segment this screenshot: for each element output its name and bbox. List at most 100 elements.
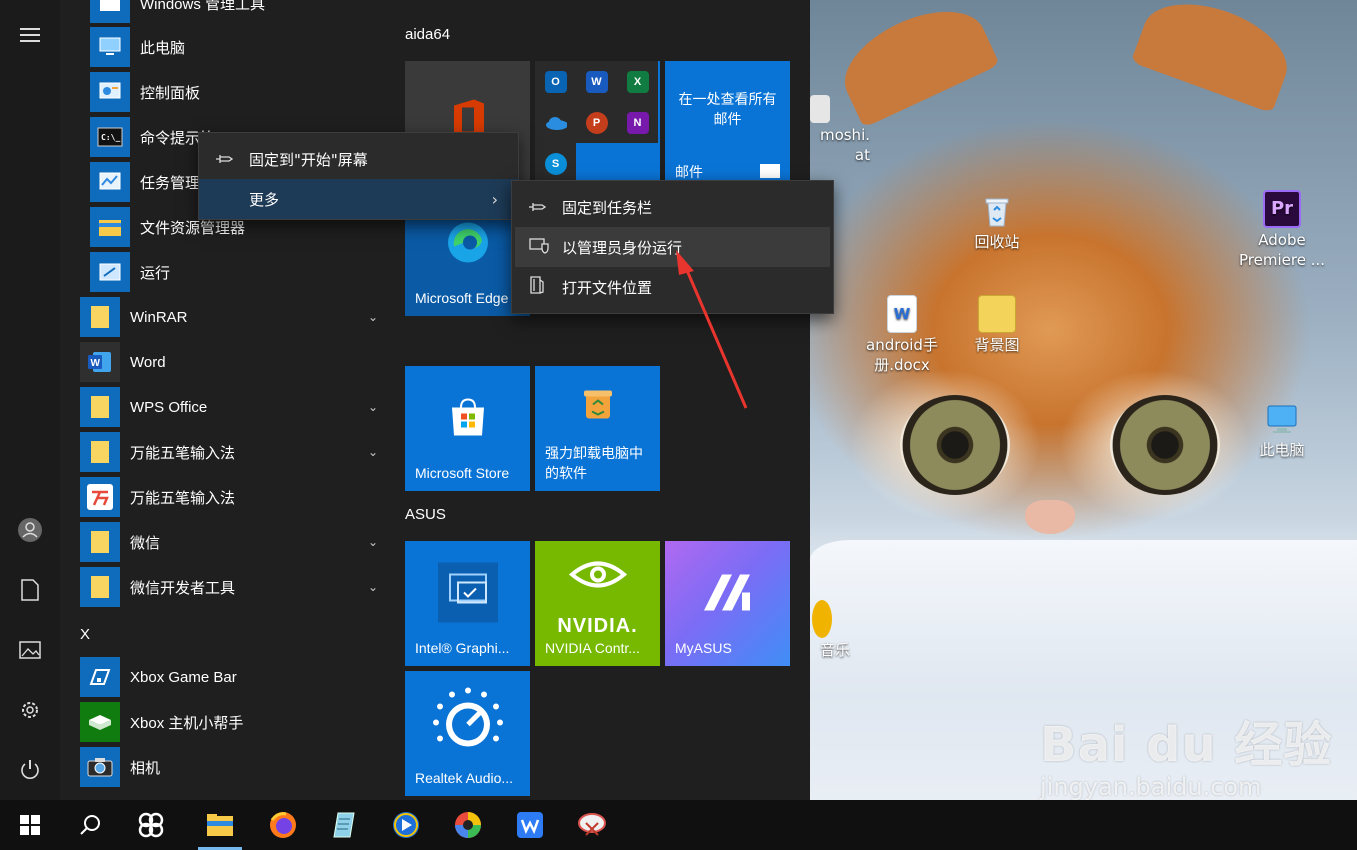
search-icon[interactable] [60,800,120,850]
app-control-panel[interactable]: 控制面板 [90,72,390,112]
tile-label: Intel® Graphi... [415,640,510,656]
notepad-icon[interactable] [314,800,374,850]
desktop-icon-partial[interactable]: moshi. at [810,95,870,165]
baidu-watermark: Bai du 经验 jingyan.baidu.com [1040,705,1332,801]
folder-icon [80,387,120,427]
xbox-console-icon [80,702,120,742]
chevron-down-icon: ⌄ [367,445,378,459]
tile-realtek-audio[interactable]: Realtek Audio... [405,671,530,796]
premiere-icon: Pr [1263,190,1301,228]
tile-label: NVIDIA Contr... [545,640,640,656]
section-letter-x[interactable]: X [80,626,90,643]
svg-text:W: W [91,358,101,369]
menu-item-pin-to-start[interactable]: 固定到"开始"屏幕 [199,139,518,179]
menu-item-label: 更多 [249,190,280,209]
desktop-icon-this-pc[interactable]: 此电脑 [1232,400,1332,460]
menu-item-label: 打开文件位置 [562,278,653,297]
desktop-icon-music-partial[interactable]: 音乐 [810,600,850,660]
app-folder-wps[interactable]: WPS Office ⌄ [80,387,390,427]
word-icon: W [80,342,120,382]
document-icon[interactable] [0,570,60,610]
menu-item-run-as-admin[interactable]: 以管理员身份运行 [515,227,830,267]
cat-ear-right [1130,0,1300,114]
desktop-icon-label: 此电脑 [1259,441,1305,459]
user-icon[interactable] [0,510,60,550]
app-word[interactable]: W Word [80,342,390,382]
app-folder-winrar[interactable]: WinRAR ⌄ [80,297,390,337]
app-run[interactable]: 运行 [90,252,390,292]
watermark-logo: Bai du 经验 [1040,717,1333,773]
computer-icon [90,27,130,67]
store-icon [446,395,490,442]
xbox-game-bar-icon [80,657,120,697]
tile-uninstaller[interactable]: 强力卸载电脑中的软件 [535,366,660,491]
desktop-icon-android-doc[interactable]: W android手册.docx [852,295,952,375]
tile-nvidia[interactable]: NVIDIA. NVIDIA Contr... [535,541,660,666]
chevron-down-icon: ⌄ [367,580,378,594]
hamburger-icon[interactable] [0,15,60,55]
menu-item-open-location[interactable]: 打开文件位置 [512,267,833,307]
snipping-tool-icon[interactable] [562,800,622,850]
start-menu-rail [0,0,60,800]
desktop-icon-label: 音乐 [819,641,850,659]
desktop-icon-wallpaper-folder[interactable]: 背景图 [947,295,1047,355]
chevron-down-icon: ⌄ [367,400,378,414]
app-wubi[interactable]: 万能五笔输入法 [80,477,390,517]
run-icon [90,252,130,292]
wps-writer-icon[interactable] [500,800,560,850]
word-icon: W [576,61,617,102]
app-label: 此电脑 [140,39,186,57]
start-tiles: aida64 O W X P N S 在一处查看所有邮件 邮件 Microsof… [390,0,810,800]
desktop-icon-premiere[interactable]: Pr Adobe Premiere ... [1232,190,1332,270]
app-label: 运行 [140,264,171,282]
nvidia-eye-icon [568,557,628,596]
app-xbox-game-bar[interactable]: Xbox Game Bar [80,657,390,697]
outlook-icon: O [535,61,576,102]
file-explorer-icon[interactable] [190,800,250,850]
gear-icon[interactable] [0,690,60,730]
color-wheel-icon[interactable] [438,800,498,850]
windows-start-icon[interactable] [0,800,60,850]
tile-microsoft-store[interactable]: Microsoft Store [405,366,530,491]
tile-office-apps-folder[interactable]: O W X P N S [535,61,660,186]
pin-icon [512,198,562,217]
app-xbox-companion[interactable]: Xbox 主机小帮手 [80,702,390,742]
app-folder-wubi[interactable]: 万能五笔输入法 ⌄ [80,432,390,472]
computer-icon [1263,400,1301,438]
task-manager-icon [90,162,130,202]
menu-item-pin-to-taskbar[interactable]: 固定到任务栏 [512,187,833,227]
app-this-pc[interactable]: 此电脑 [90,27,390,67]
tile-label: Realtek Audio... [415,770,514,786]
tile-label: Microsoft Edge [415,290,509,306]
app-windows-tools[interactable]: Windows 管理工具 [90,0,390,23]
file-explorer-icon [90,207,130,247]
pin-icon [199,150,249,169]
menu-item-more[interactable]: 更多 › [199,179,518,219]
app-folder-wechat-devtools[interactable]: 微信开发者工具 ⌄ [80,567,390,607]
folder-icon [978,295,1016,333]
desktop-icon-recycle-bin[interactable]: 回收站 [947,192,1047,252]
power-icon[interactable] [0,750,60,790]
control-panel-icon [90,72,130,112]
desktop-icon-label: 背景图 [974,336,1020,354]
tile-myasus[interactable]: MyASUS [665,541,790,666]
tile-mail[interactable]: 在一处查看所有邮件 邮件 [665,61,790,186]
media-player-icon[interactable] [376,800,436,850]
uninstaller-icon [580,384,616,423]
pinwheel-icon[interactable] [121,800,181,850]
app-folder-wechat[interactable]: 微信 ⌄ [80,522,390,562]
app-label: 控制面板 [140,84,201,102]
app-camera[interactable]: 相机 [80,747,390,787]
menu-item-label: 以管理员身份运行 [562,238,683,257]
word-document-icon: W [887,295,917,333]
camera-icon [80,747,120,787]
pictures-icon[interactable] [0,630,60,670]
tile-label: 强力卸载电脑中的软件 [545,445,643,481]
skype-icon: S [535,143,576,184]
folder-open-icon [512,275,562,299]
tile-group-title[interactable]: ASUS [405,506,446,523]
shield-icon [515,236,562,258]
tile-group-title[interactable]: aida64 [405,26,450,43]
firefox-icon[interactable] [253,800,313,850]
tile-intel-graphics[interactable]: Intel® Graphi... [405,541,530,666]
